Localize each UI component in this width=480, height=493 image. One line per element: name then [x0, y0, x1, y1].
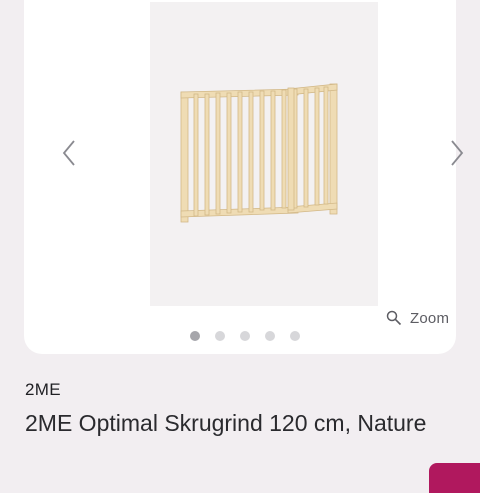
product-image[interactable]	[150, 2, 378, 306]
add-to-cart-button[interactable]	[429, 463, 480, 493]
zoom-button[interactable]: Zoom	[386, 306, 449, 330]
carousel-dots	[190, 331, 300, 341]
magnifier-icon	[386, 310, 402, 326]
zoom-label: Zoom	[410, 309, 450, 327]
product-gallery-card: Zoom	[24, 0, 464, 354]
chevron-left-icon	[62, 140, 75, 166]
product-title: 2ME Optimal Skrugrind 120 cm, Nature	[25, 410, 427, 436]
carousel-dot[interactable]	[290, 331, 300, 341]
carousel-dot[interactable]	[215, 331, 225, 341]
brand-name[interactable]: 2ME	[25, 380, 61, 400]
carousel-dot[interactable]	[265, 331, 275, 341]
chevron-right-icon	[451, 140, 464, 166]
carousel-dot[interactable]	[190, 331, 200, 341]
carousel-dot[interactable]	[240, 331, 250, 341]
previous-image-button[interactable]	[56, 138, 84, 168]
safety-gate-image	[180, 83, 338, 223]
next-image-button[interactable]	[446, 138, 474, 168]
